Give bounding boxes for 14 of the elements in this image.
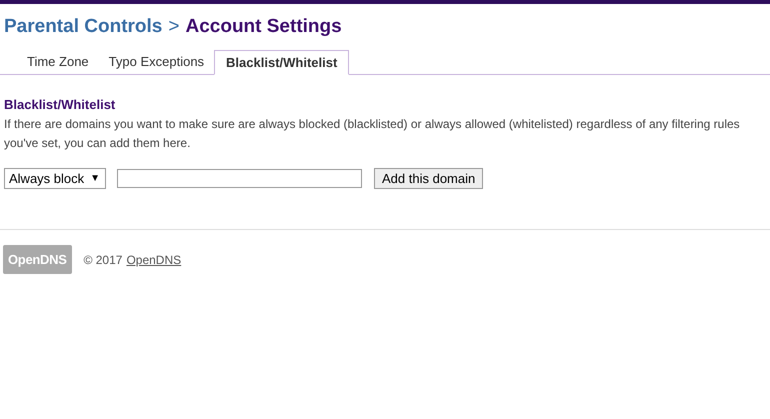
domain-input-field[interactable] [117, 169, 362, 188]
page-title: Account Settings [185, 16, 342, 39]
breadcrumb-separator: > [168, 16, 180, 39]
footer-link[interactable]: OpenDNS [126, 252, 182, 266]
section-title: Blacklist/Whitelist [4, 97, 116, 112]
logo: OpenDNS [3, 245, 72, 274]
mode-dropdown[interactable]: Always block ▼ [4, 168, 106, 189]
add-domain-button[interactable]: Add this domain [374, 168, 484, 189]
section-description: If there are domains you want to make sure are always blocked (blacklisted) or always allowed (whitelisted) regardless of any filtering rules you've set, you can add them here. [4, 116, 741, 152]
tab[interactable]: Typo Exceptions [98, 51, 214, 74]
tab[interactable]: Time Zone [17, 51, 99, 74]
copyright-text: © 2017 [84, 252, 122, 266]
breadcrumb-link[interactable]: Parental Controls [4, 16, 162, 40]
tab[interactable]: Blacklist/Whitelist [214, 50, 350, 75]
